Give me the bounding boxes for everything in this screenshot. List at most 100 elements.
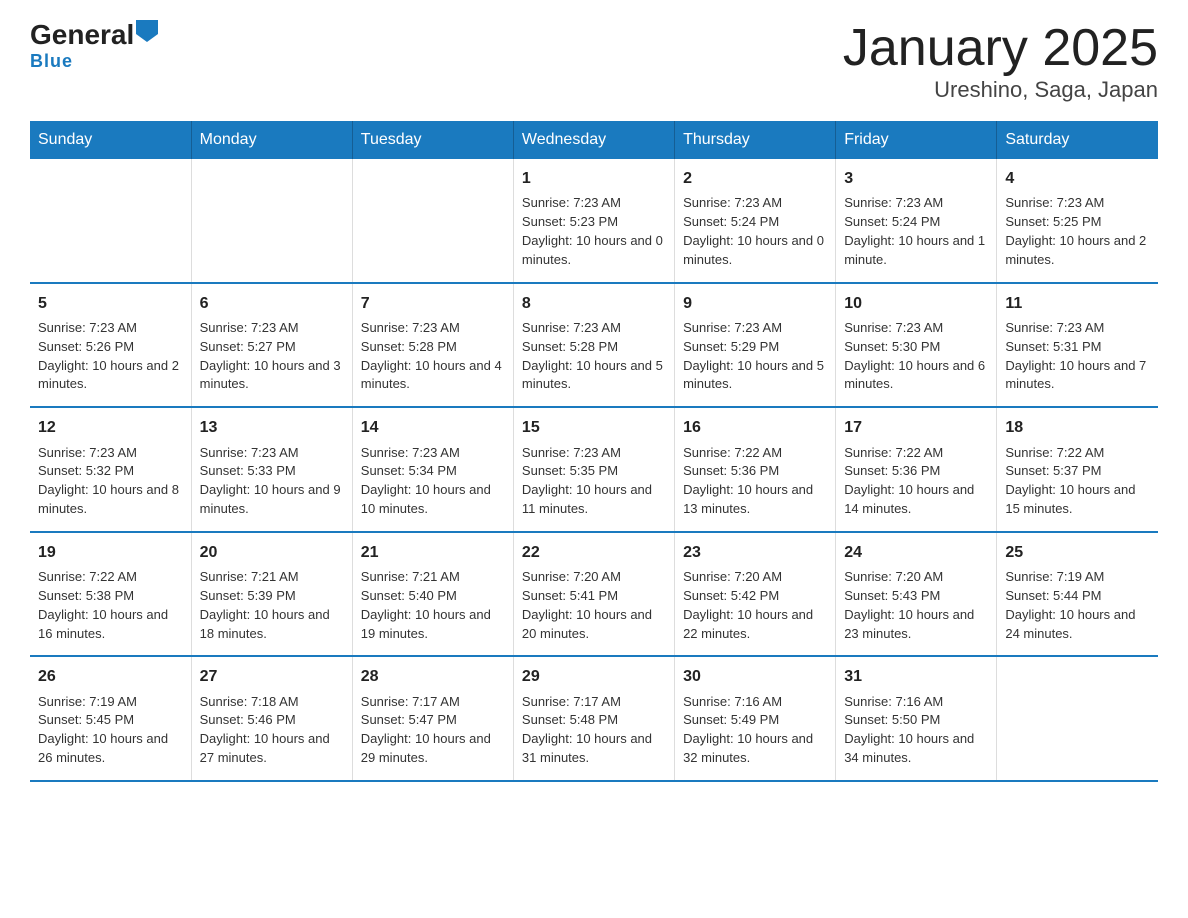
day-info: Sunrise: 7:20 AMSunset: 5:43 PMDaylight:… [844, 569, 974, 641]
day-cell: 13Sunrise: 7:23 AMSunset: 5:33 PMDayligh… [191, 407, 352, 532]
day-cell [191, 159, 352, 283]
day-number: 23 [683, 541, 827, 564]
day-info: Sunrise: 7:23 AMSunset: 5:28 PMDaylight:… [522, 320, 663, 392]
day-number: 6 [200, 292, 344, 315]
day-cell: 3 Sunrise: 7:23 AMSunset: 5:24 PMDaylight… [836, 159, 997, 283]
day-info: Sunrise: 7:19 AMSunset: 5:44 PMDaylight:… [1005, 569, 1135, 641]
day-cell: 12 Sunrise: 7:23 AMSunset: 5:32 PMDayligh… [30, 407, 191, 532]
day-info: Sunrise: 7:21 AMSunset: 5:39 PMDaylight:… [200, 569, 330, 641]
day-cell: 11 Sunrise: 7:23 AMSunset: 5:31 PMDayligh… [997, 283, 1158, 408]
day-info: Sunrise: 7:23 AMSunset: 5:31 PMDaylight:… [1005, 320, 1146, 392]
day-number: 16 [683, 416, 827, 439]
day-info: Sunrise: 7:21 AMSunset: 5:40 PMDaylight:… [361, 569, 491, 641]
title-block: January 2025 Ureshino, Saga, Japan [843, 20, 1158, 103]
week-row-4: 19 Sunrise: 7:22 AMSunset: 5:38 PMDayligh… [30, 532, 1158, 657]
day-number: 13 [200, 416, 344, 439]
day-cell: 18 Sunrise: 7:22 AMSunset: 5:37 PMDayligh… [997, 407, 1158, 532]
day-number: 7 [361, 292, 505, 315]
day-info: Sunrise: 7:23 AMSunset: 5:23 PMDaylight:… [522, 195, 663, 267]
day-info: Sunrise: 7:17 AMSunset: 5:48 PMDaylight:… [522, 694, 652, 766]
page-header: General Blue January 2025 Ureshino, Saga… [30, 20, 1158, 103]
day-number: 12 [38, 416, 183, 439]
day-info: Sunrise: 7:22 AMSunset: 5:36 PMDaylight:… [683, 445, 813, 517]
day-info: Sunrise: 7:23 AMSunset: 5:28 PMDaylight:… [361, 320, 502, 392]
header-friday: Friday [836, 121, 997, 159]
day-number: 24 [844, 541, 988, 564]
day-cell: 16 Sunrise: 7:22 AMSunset: 5:36 PMDayligh… [675, 407, 836, 532]
day-cell [30, 159, 191, 283]
day-number: 25 [1005, 541, 1150, 564]
day-number: 31 [844, 665, 988, 688]
day-cell: 20 Sunrise: 7:21 AMSunset: 5:39 PMDayligh… [191, 532, 352, 657]
day-number: 11 [1005, 292, 1150, 315]
day-info: Sunrise: 7:23 AMSunset: 5:24 PMDaylight:… [844, 195, 985, 267]
calendar-table: SundayMondayTuesdayWednesdayThursdayFrid… [30, 121, 1158, 782]
day-number: 5 [38, 292, 183, 315]
day-info: Sunrise: 7:16 AMSunset: 5:50 PMDaylight:… [844, 694, 974, 766]
day-number: 21 [361, 541, 505, 564]
day-cell: 15 Sunrise: 7:23 AMSunset: 5:35 PMDayligh… [513, 407, 674, 532]
day-number: 18 [1005, 416, 1150, 439]
day-cell: 6 Sunrise: 7:23 AMSunset: 5:27 PMDaylight… [191, 283, 352, 408]
day-cell: 4Sunrise: 7:23 AMSunset: 5:25 PMDaylight… [997, 159, 1158, 283]
day-cell: 23 Sunrise: 7:20 AMSunset: 5:42 PMDayligh… [675, 532, 836, 657]
day-number: 20 [200, 541, 344, 564]
logo-general: General [30, 21, 134, 49]
day-info: Sunrise: 7:23 AMSunset: 5:30 PMDaylight:… [844, 320, 985, 392]
header-saturday: Saturday [997, 121, 1158, 159]
day-cell: 1Sunrise: 7:23 AMSunset: 5:23 PMDaylight… [513, 159, 674, 283]
day-info: Sunrise: 7:22 AMSunset: 5:36 PMDaylight:… [844, 445, 974, 517]
day-info: Sunrise: 7:23 AMSunset: 5:35 PMDaylight:… [522, 445, 652, 517]
header-tuesday: Tuesday [352, 121, 513, 159]
day-number: 9 [683, 292, 827, 315]
day-number: 4 [1005, 167, 1150, 190]
day-number: 2 [683, 167, 827, 190]
logo-blue: Blue [30, 51, 73, 72]
day-info: Sunrise: 7:20 AMSunset: 5:41 PMDaylight:… [522, 569, 652, 641]
header-sunday: Sunday [30, 121, 191, 159]
day-info: Sunrise: 7:23 AMSunset: 5:27 PMDaylight:… [200, 320, 341, 392]
day-info: Sunrise: 7:16 AMSunset: 5:49 PMDaylight:… [683, 694, 813, 766]
day-info: Sunrise: 7:18 AMSunset: 5:46 PMDaylight:… [200, 694, 330, 766]
header-thursday: Thursday [675, 121, 836, 159]
day-number: 15 [522, 416, 666, 439]
day-info: Sunrise: 7:23 AMSunset: 5:34 PMDaylight:… [361, 445, 491, 517]
day-cell: 8 Sunrise: 7:23 AMSunset: 5:28 PMDaylight… [513, 283, 674, 408]
day-info: Sunrise: 7:19 AMSunset: 5:45 PMDaylight:… [38, 694, 168, 766]
day-cell: 26 Sunrise: 7:19 AMSunset: 5:45 PMDayligh… [30, 656, 191, 781]
day-cell [997, 656, 1158, 781]
day-info: Sunrise: 7:17 AMSunset: 5:47 PMDaylight:… [361, 694, 491, 766]
day-cell: 25 Sunrise: 7:19 AMSunset: 5:44 PMDayligh… [997, 532, 1158, 657]
day-number: 26 [38, 665, 183, 688]
week-row-5: 26 Sunrise: 7:19 AMSunset: 5:45 PMDayligh… [30, 656, 1158, 781]
week-row-1: 1Sunrise: 7:23 AMSunset: 5:23 PMDaylight… [30, 159, 1158, 283]
week-row-2: 5 Sunrise: 7:23 AMSunset: 5:26 PMDaylight… [30, 283, 1158, 408]
day-cell: 22Sunrise: 7:20 AMSunset: 5:41 PMDayligh… [513, 532, 674, 657]
day-number: 28 [361, 665, 505, 688]
day-info: Sunrise: 7:23 AMSunset: 5:26 PMDaylight:… [38, 320, 179, 392]
day-number: 19 [38, 541, 183, 564]
day-number: 3 [844, 167, 988, 190]
day-cell: 29Sunrise: 7:17 AMSunset: 5:48 PMDayligh… [513, 656, 674, 781]
day-cell: 7 Sunrise: 7:23 AMSunset: 5:28 PMDaylight… [352, 283, 513, 408]
day-cell: 21 Sunrise: 7:21 AMSunset: 5:40 PMDayligh… [352, 532, 513, 657]
day-cell: 19 Sunrise: 7:22 AMSunset: 5:38 PMDayligh… [30, 532, 191, 657]
day-cell: 30 Sunrise: 7:16 AMSunset: 5:49 PMDayligh… [675, 656, 836, 781]
day-cell: 9Sunrise: 7:23 AMSunset: 5:29 PMDaylight… [675, 283, 836, 408]
day-cell: 17Sunrise: 7:22 AMSunset: 5:36 PMDayligh… [836, 407, 997, 532]
day-number: 8 [522, 292, 666, 315]
week-row-3: 12 Sunrise: 7:23 AMSunset: 5:32 PMDayligh… [30, 407, 1158, 532]
day-info: Sunrise: 7:23 AMSunset: 5:32 PMDaylight:… [38, 445, 179, 517]
day-number: 30 [683, 665, 827, 688]
calendar-header-row: SundayMondayTuesdayWednesdayThursdayFrid… [30, 121, 1158, 159]
day-info: Sunrise: 7:20 AMSunset: 5:42 PMDaylight:… [683, 569, 813, 641]
day-cell [352, 159, 513, 283]
day-cell: 10Sunrise: 7:23 AMSunset: 5:30 PMDayligh… [836, 283, 997, 408]
day-cell: 14 Sunrise: 7:23 AMSunset: 5:34 PMDayligh… [352, 407, 513, 532]
day-cell: 2Sunrise: 7:23 AMSunset: 5:24 PMDaylight… [675, 159, 836, 283]
day-number: 14 [361, 416, 505, 439]
day-info: Sunrise: 7:22 AMSunset: 5:37 PMDaylight:… [1005, 445, 1135, 517]
day-info: Sunrise: 7:22 AMSunset: 5:38 PMDaylight:… [38, 569, 168, 641]
day-number: 27 [200, 665, 344, 688]
header-monday: Monday [191, 121, 352, 159]
